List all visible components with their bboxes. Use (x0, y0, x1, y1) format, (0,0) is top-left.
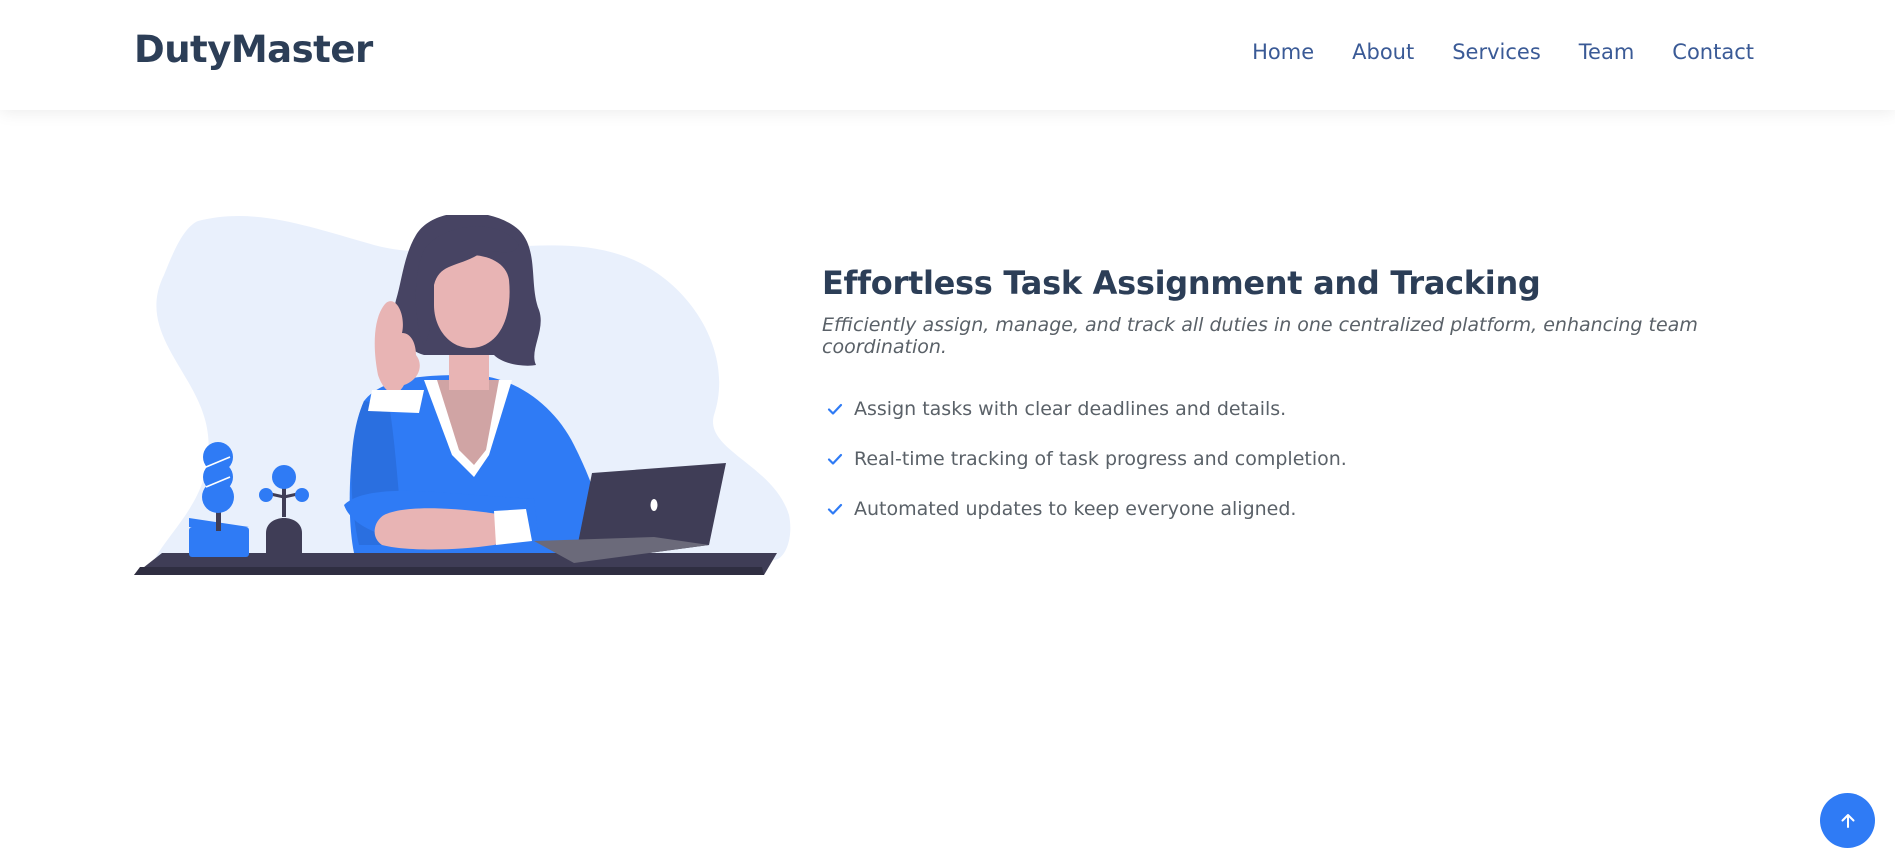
hero-illustration (134, 212, 794, 580)
feature-text: Real-time tracking of task progress and … (854, 448, 1347, 470)
section-title: Effortless Task Assignment and Tracking (822, 264, 1541, 302)
feature-section: Effortless Task Assignment and Tracking … (822, 264, 1822, 534)
check-icon (827, 453, 843, 465)
feature-item: Assign tasks with clear deadlines and de… (822, 384, 1822, 434)
feature-item: Real-time tracking of task progress and … (822, 434, 1822, 484)
nav-link-team[interactable]: Team (1579, 40, 1635, 64)
nav-link-home[interactable]: Home (1252, 40, 1314, 64)
feature-list: Assign tasks with clear deadlines and de… (822, 384, 1822, 534)
site-logo[interactable]: DutyMaster (134, 28, 373, 71)
nav-link-services[interactable]: Services (1452, 40, 1541, 64)
main-nav: Home About Services Team Contact (1252, 40, 1754, 64)
check-icon (827, 503, 843, 515)
woman-at-desk-illustration (134, 212, 791, 575)
section-subtitle: Efficiently assign, manage, and track al… (822, 314, 1698, 358)
feature-text: Assign tasks with clear deadlines and de… (854, 398, 1287, 420)
feature-text: Automated updates to keep everyone align… (854, 498, 1297, 520)
arrow-up-icon (1841, 813, 1854, 828)
check-icon (827, 403, 843, 415)
scroll-top-button[interactable] (1820, 793, 1875, 848)
nav-link-about[interactable]: About (1352, 40, 1414, 64)
feature-item: Automated updates to keep everyone align… (822, 484, 1822, 534)
nav-link-contact[interactable]: Contact (1672, 40, 1754, 64)
site-header: DutyMaster Home About Services Team Cont… (0, 0, 1895, 110)
